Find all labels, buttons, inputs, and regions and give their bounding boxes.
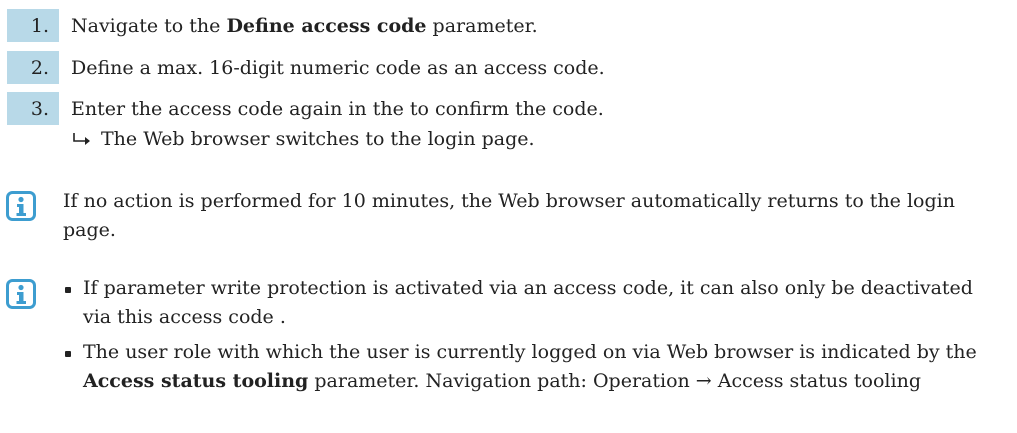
result-text: The Web browser switches to the login pa…	[101, 128, 535, 150]
step-result: The Web browser switches to the login pa…	[71, 128, 535, 150]
step-1: 1. Navigate to the Define access code pa…	[0, 9, 538, 42]
step-text-part: parameter.	[426, 14, 538, 37]
step-number: 2.	[7, 51, 59, 84]
step-number: 3.	[7, 92, 59, 125]
step-text: Enter the access code again in the to co…	[71, 97, 604, 120]
step-2: 2. Define a max. 16-digit numeric code a…	[0, 51, 605, 84]
parameter-name: Define access code	[226, 14, 427, 37]
step-text: Define a max. 16-digit numeric code as a…	[71, 56, 605, 79]
step-text-part: Navigate to the	[71, 14, 227, 37]
step-3: 3. Enter the access code again in the to…	[0, 92, 604, 125]
step-number: 1.	[7, 9, 59, 42]
list-item: The user role with which the user is cur…	[63, 338, 983, 396]
step-text: Navigate to the Define access code param…	[71, 15, 538, 37]
note-bullet-list: If parameter write protection is activat…	[63, 274, 983, 402]
result-arrow-icon	[71, 131, 101, 147]
list-item: If parameter write protection is activat…	[63, 274, 983, 332]
info-icon	[6, 191, 36, 221]
note-text: If no action is performed for 10 minutes…	[63, 190, 955, 241]
bullet-text-part: The user role with which the user is cur…	[83, 341, 977, 363]
info-icon	[6, 279, 36, 309]
bullet-text-part: parameter. Navigation path: Operation → …	[308, 370, 921, 392]
parameter-name: Access status tooling	[83, 370, 309, 392]
